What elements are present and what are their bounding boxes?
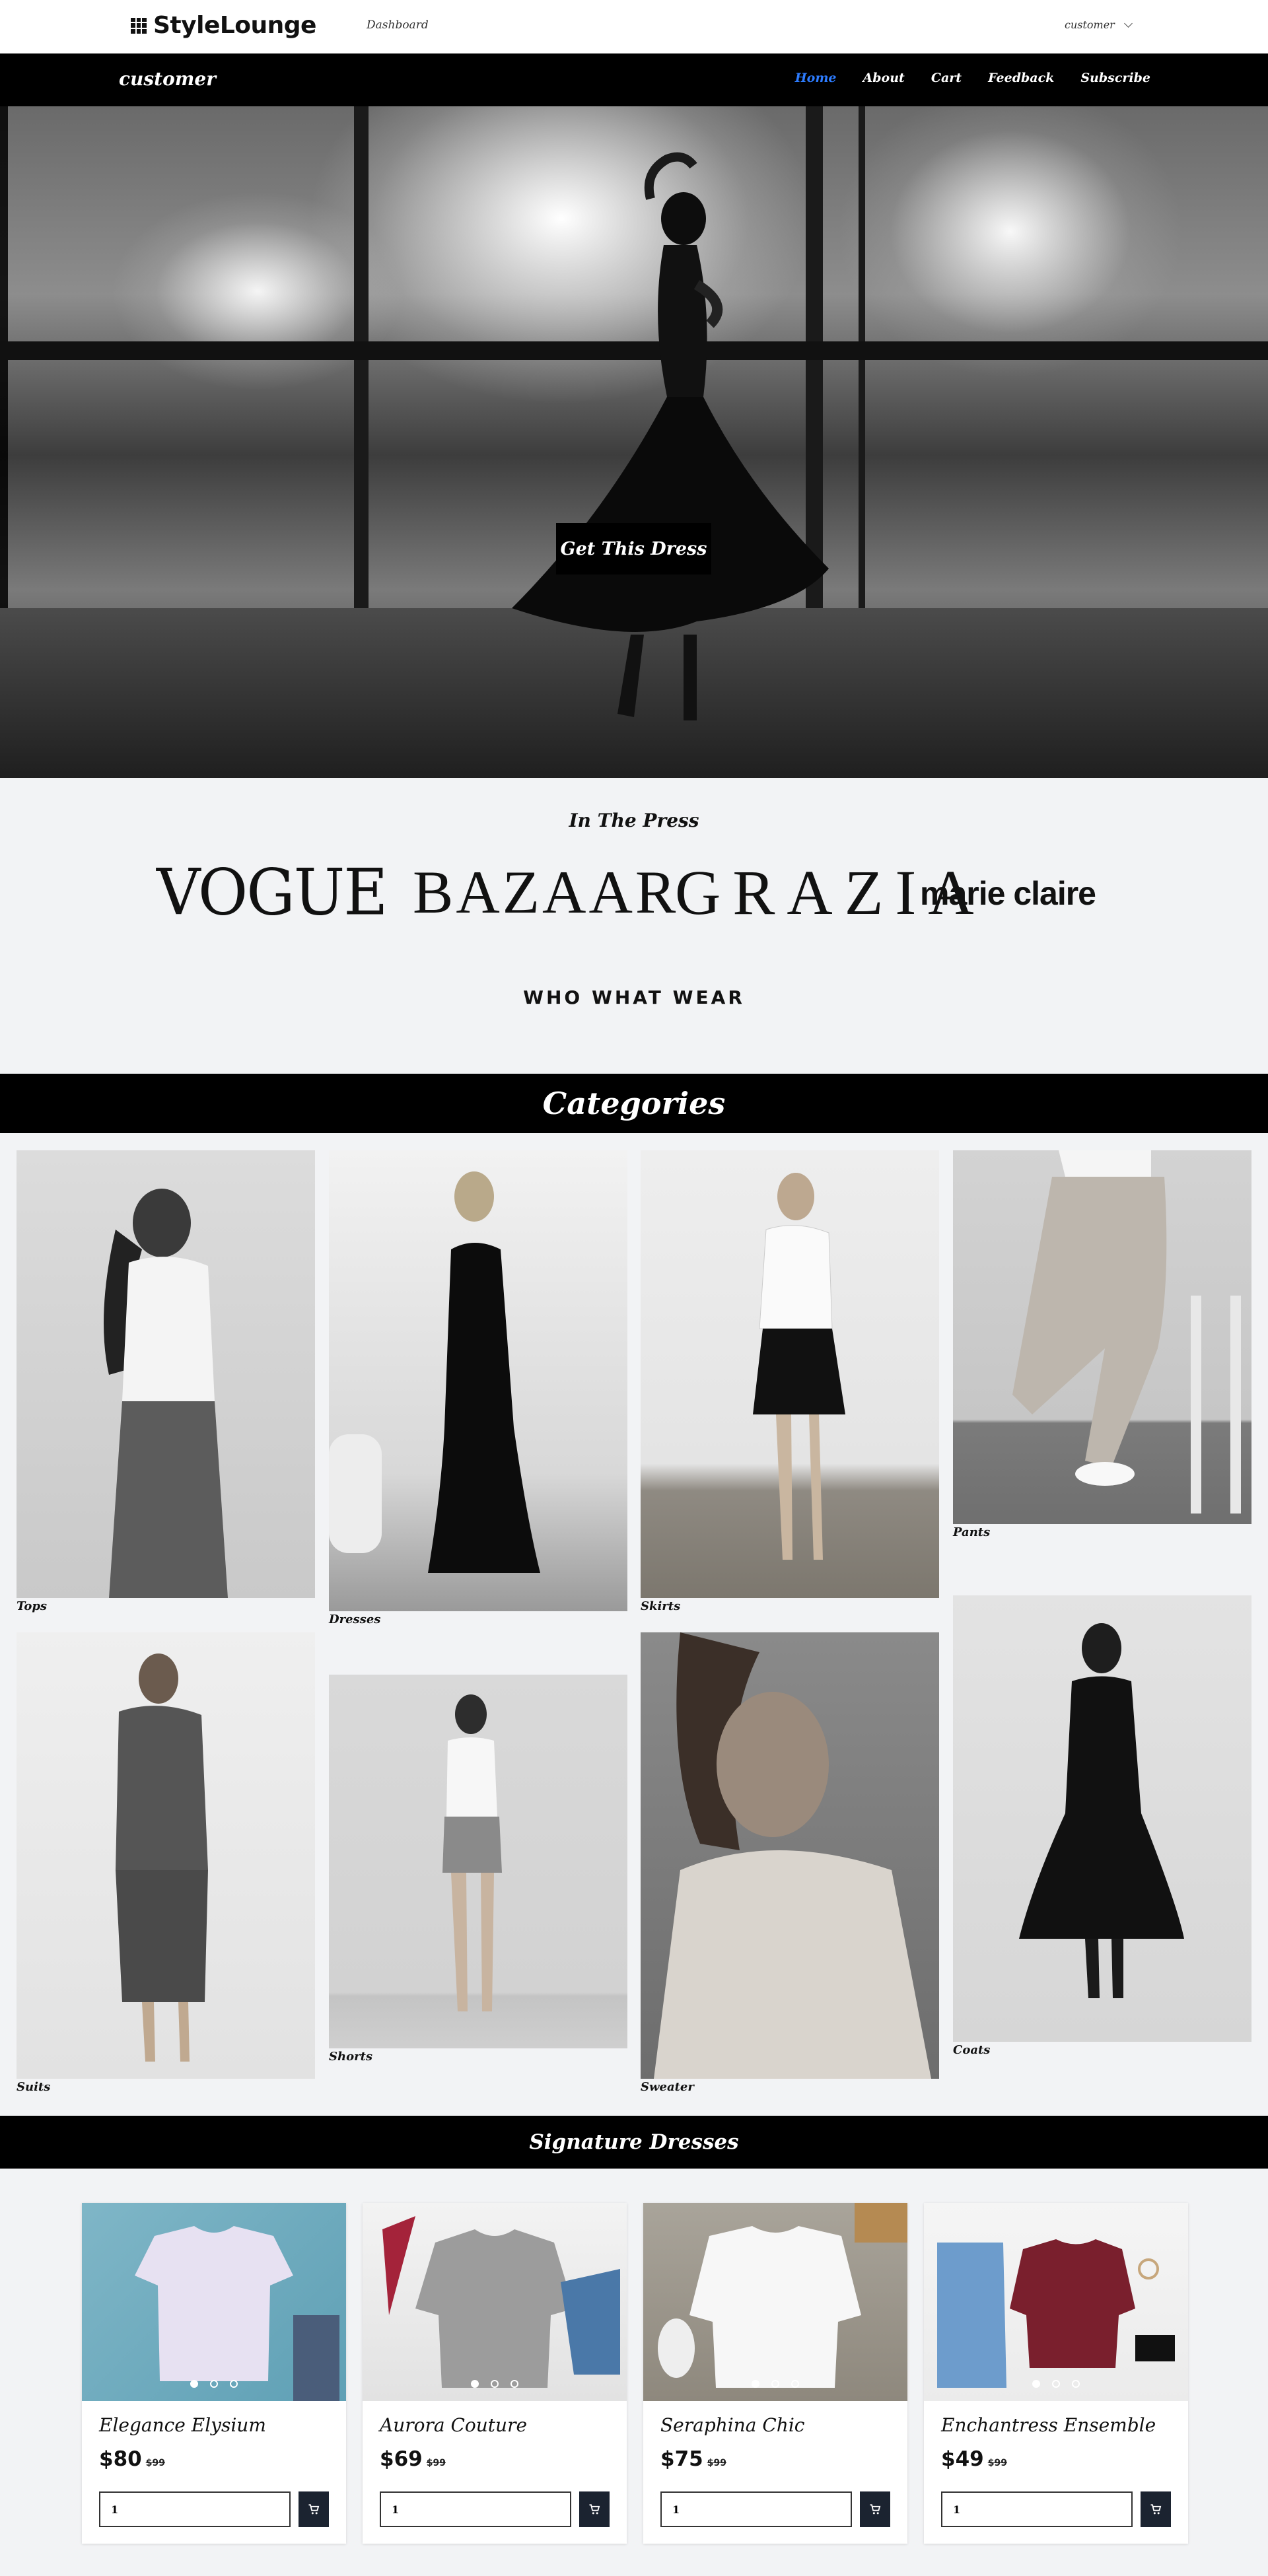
product-card[interactable]: Elegance Elysium $80 $99 (82, 2203, 346, 2544)
brand[interactable]: StyleLounge (131, 12, 316, 39)
nav-link-cart[interactable]: Cart (931, 71, 962, 85)
signature-dresses-header: Signature Dresses (0, 2116, 1268, 2169)
vogue-logo: VOGUE (157, 855, 388, 930)
product-name[interactable]: Aurora Couture (380, 2414, 527, 2436)
carousel-dot[interactable] (752, 2380, 759, 2388)
add-to-cart-button[interactable] (299, 2491, 329, 2527)
nav-link-subscribe[interactable]: Subscribe (1080, 71, 1150, 85)
marie-claire-logo: marie claire (920, 875, 1096, 912)
category-label: Dresses (329, 1613, 381, 1626)
carousel-dots (924, 2380, 1188, 2388)
category-image (17, 1150, 315, 1598)
carousel-dots (363, 2380, 627, 2388)
category-image (641, 1150, 939, 1598)
carousel-dot[interactable] (511, 2380, 518, 2388)
grid-logo-icon (131, 17, 147, 34)
category-image (953, 1150, 1251, 1524)
quantity-input[interactable] (380, 2491, 571, 2527)
nav-brand[interactable]: customer (119, 68, 216, 90)
product-price: $75 $99 (660, 2447, 726, 2471)
category-image (641, 1632, 939, 2079)
product-price: $49 $99 (941, 2447, 1007, 2471)
bazaar-logo: BAZAAR (413, 858, 679, 926)
hero-banner: Get This Dress (0, 106, 1268, 778)
chevron-down-icon (1123, 18, 1133, 28)
signature-title: Signature Dresses (529, 2130, 739, 2154)
carousel-dot[interactable] (471, 2380, 479, 2388)
carousel-dot[interactable] (791, 2380, 799, 2388)
product-image[interactable] (363, 2203, 627, 2401)
categories-title: Categories (542, 1086, 726, 1121)
cart-icon (308, 2504, 320, 2515)
carousel-dot[interactable] (230, 2380, 238, 2388)
product-card[interactable]: Aurora Couture $69 $99 (363, 2203, 627, 2544)
carousel-dots (643, 2380, 907, 2388)
category-image (329, 1675, 627, 2048)
old-price: $99 (426, 2458, 446, 2468)
category-label: Coats (953, 2043, 991, 2057)
product-image[interactable] (643, 2203, 907, 2401)
quantity-input[interactable] (941, 2491, 1133, 2527)
carousel-dot[interactable] (1072, 2380, 1080, 2388)
product-price: $80 $99 (99, 2447, 165, 2471)
add-to-cart-button[interactable] (579, 2491, 610, 2527)
cart-icon (870, 2504, 881, 2515)
categories-header: Categories (0, 1074, 1268, 1133)
product-name[interactable]: Elegance Elysium (99, 2414, 266, 2436)
quantity-input[interactable] (99, 2491, 291, 2527)
old-price: $99 (145, 2458, 165, 2468)
product-card[interactable]: Seraphina Chic $75 $99 (643, 2203, 907, 2544)
nav-link-about[interactable]: About (863, 71, 905, 85)
carousel-dot[interactable] (1032, 2380, 1040, 2388)
category-label: Tops (17, 1599, 48, 1613)
hero-dancer-image (512, 152, 829, 720)
cart-icon (1150, 2504, 1162, 2515)
dashboard-link[interactable]: Dashboard (367, 18, 429, 32)
old-price: $99 (707, 2458, 726, 2468)
carousel-dot[interactable] (210, 2380, 218, 2388)
get-this-dress-button[interactable]: Get This Dress (556, 523, 711, 574)
product-price: $69 $99 (380, 2447, 446, 2471)
brand-name: StyleLounge (153, 12, 316, 39)
category-image (329, 1150, 627, 1611)
category-image (17, 1632, 315, 2079)
carousel-dot[interactable] (491, 2380, 499, 2388)
carousel-dot[interactable] (190, 2380, 198, 2388)
add-to-cart-button[interactable] (1141, 2491, 1171, 2527)
category-label: Pants (953, 1525, 991, 1539)
carousel-dot[interactable] (771, 2380, 779, 2388)
user-menu[interactable]: customer (1065, 18, 1133, 31)
who-what-wear-logo: WHO WHAT WEAR (523, 987, 745, 1008)
category-label: Shorts (329, 2050, 373, 2064)
quantity-input[interactable] (660, 2491, 852, 2527)
product-image[interactable] (924, 2203, 1188, 2401)
category-image (953, 1595, 1251, 2042)
product-name[interactable]: Enchantress Ensemble (941, 2414, 1156, 2436)
top-bar: StyleLounge Dashboard customer (0, 0, 1268, 53)
category-label: Suits (17, 2080, 51, 2094)
cart-icon (589, 2504, 600, 2515)
old-price: $99 (987, 2458, 1007, 2468)
main-navbar: customer Home About Cart Feedback Subscr… (0, 53, 1268, 106)
add-to-cart-button[interactable] (860, 2491, 890, 2527)
category-label: Sweater (641, 2080, 694, 2094)
product-name[interactable]: Seraphina Chic (660, 2414, 804, 2436)
carousel-dots (82, 2380, 346, 2388)
nav-links: Home About Cart Feedback Subscribe (795, 71, 1150, 85)
carousel-dot[interactable] (1052, 2380, 1060, 2388)
nav-link-feedback[interactable]: Feedback (988, 71, 1054, 85)
category-label: Skirts (641, 1599, 681, 1613)
product-card[interactable]: Enchantress Ensemble $49 $99 (924, 2203, 1188, 2544)
nav-link-home[interactable]: Home (795, 71, 837, 85)
press-section: In The Press VOGUE BAZAAR GRAZIA marie c… (0, 778, 1268, 1074)
press-title: In The Press (569, 810, 699, 831)
user-name: customer (1065, 18, 1115, 31)
product-image[interactable] (82, 2203, 346, 2401)
